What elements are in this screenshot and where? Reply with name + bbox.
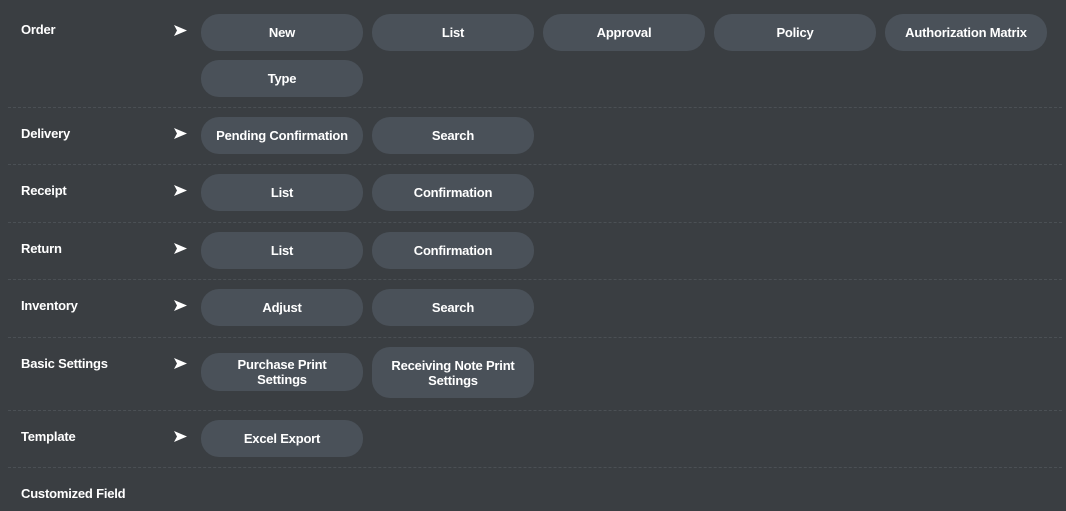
button-group: List Confirmation xyxy=(201,232,1061,269)
row-label: Basic Settings xyxy=(21,356,108,371)
menu-row-delivery: Delivery Pending Confirmation Search xyxy=(8,108,1062,165)
row-label: Template xyxy=(21,429,76,444)
return-list-button[interactable]: List xyxy=(201,232,363,269)
arrow-right-icon xyxy=(172,174,201,196)
arrow-right-icon xyxy=(172,420,201,442)
button-group: New List Approval Policy Authorization M… xyxy=(201,14,1061,97)
row-label: Customized Field xyxy=(21,486,126,501)
purchase-print-settings-button[interactable]: Purchase Print Settings xyxy=(201,353,363,391)
inventory-adjust-button[interactable]: Adjust xyxy=(201,289,363,326)
delivery-search-button[interactable]: Search xyxy=(372,117,534,154)
menu-row-return: Return List Confirmation xyxy=(8,223,1062,280)
button-group: Excel Export xyxy=(201,420,1061,457)
order-list-button[interactable]: List xyxy=(372,14,534,51)
button-group: Pending Confirmation Search xyxy=(201,117,1061,154)
template-excel-export-button[interactable]: Excel Export xyxy=(201,420,363,457)
menu-row-receipt: Receipt List Confirmation xyxy=(8,165,1062,223)
arrow-right-icon xyxy=(172,347,201,369)
menu-row-template: Template Excel Export xyxy=(8,411,1062,468)
menu-row-order: Order New List Approval Policy Authoriza… xyxy=(8,0,1062,108)
order-authorization-matrix-button[interactable]: Authorization Matrix xyxy=(885,14,1047,51)
order-new-button[interactable]: New xyxy=(201,14,363,51)
row-label: Order xyxy=(21,22,56,37)
menu-row-basic-settings: Basic Settings Purchase Print Settings R… xyxy=(8,338,1062,411)
order-policy-button[interactable]: Policy xyxy=(714,14,876,51)
arrow-right-icon xyxy=(172,14,201,36)
inventory-search-button[interactable]: Search xyxy=(372,289,534,326)
button-group: Purchase Print Settings Receiving Note P… xyxy=(201,347,1061,398)
row-label: Delivery xyxy=(21,126,70,141)
menu-row-customized-field: Customized Field xyxy=(8,468,1062,508)
menu-row-inventory: Inventory Adjust Search xyxy=(8,280,1062,338)
arrow-right-icon xyxy=(172,232,201,254)
row-label: Inventory xyxy=(21,298,78,313)
arrow-right-icon xyxy=(172,289,201,311)
button-group: List Confirmation xyxy=(201,174,1061,211)
receipt-confirmation-button[interactable]: Confirmation xyxy=(372,174,534,211)
row-label: Receipt xyxy=(21,183,67,198)
order-approval-button[interactable]: Approval xyxy=(543,14,705,51)
delivery-pending-confirmation-button[interactable]: Pending Confirmation xyxy=(201,117,363,154)
arrow-right-icon xyxy=(172,117,201,139)
order-type-button[interactable]: Type xyxy=(201,60,363,97)
receiving-note-print-settings-button[interactable]: Receiving Note Print Settings xyxy=(372,347,534,398)
row-label: Return xyxy=(21,241,62,256)
menu-grid: Order New List Approval Policy Authoriza… xyxy=(8,0,1062,508)
return-confirmation-button[interactable]: Confirmation xyxy=(372,232,534,269)
button-group: Adjust Search xyxy=(201,289,1061,326)
receipt-list-button[interactable]: List xyxy=(201,174,363,211)
